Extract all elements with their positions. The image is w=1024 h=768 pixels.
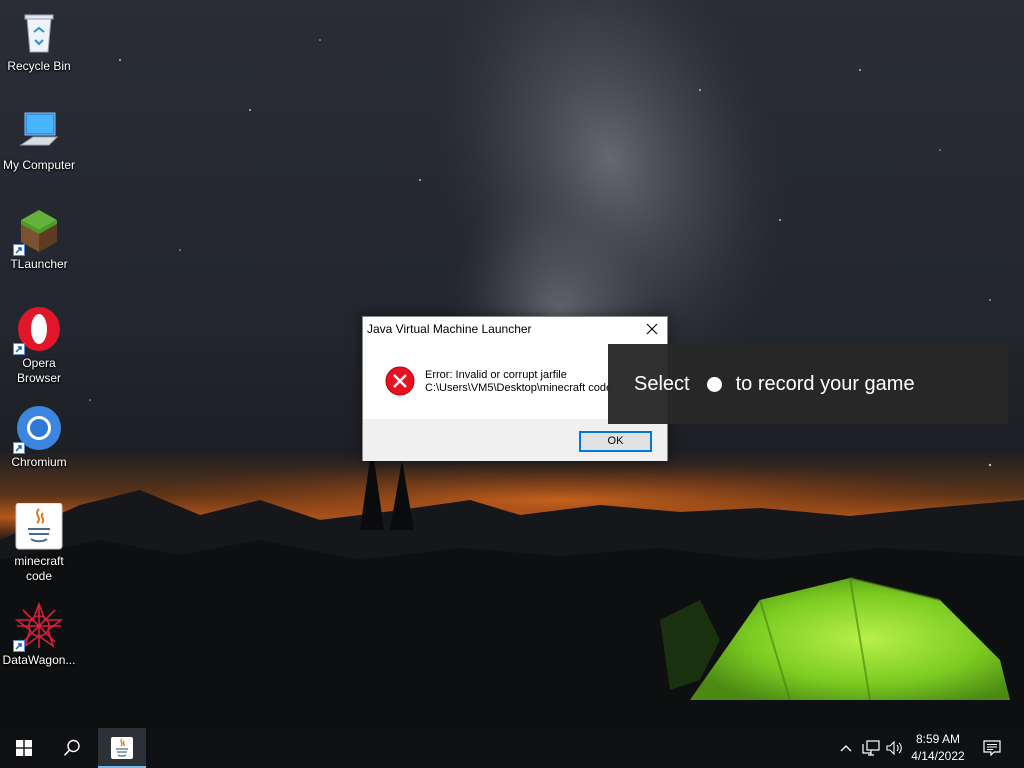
desktop-icon-chromium[interactable]: Chromium	[0, 404, 78, 470]
shortcut-arrow-icon	[13, 640, 25, 652]
dialog-title: Java Virtual Machine Launcher	[367, 322, 532, 336]
taskbar-clock[interactable]: 8:59 AM 4/14/2022	[902, 731, 974, 765]
computer-icon	[15, 107, 63, 155]
chromium-icon	[13, 404, 63, 454]
show-hidden-icons-button[interactable]	[838, 728, 854, 768]
shortcut-arrow-icon	[13, 442, 25, 454]
desktop-icon-minecraft-code[interactable]: minecraft code	[0, 502, 78, 584]
close-icon	[646, 323, 658, 335]
record-dot-icon	[706, 376, 722, 392]
desktop-icon-label: Opera Browser	[0, 356, 78, 386]
toast-text-before: Select	[634, 372, 690, 395]
network-button[interactable]	[860, 728, 882, 768]
desktop-icon-label: TLauncher	[10, 257, 68, 271]
recycle-bin-icon	[15, 8, 63, 56]
desktop-icon-label: My Computer	[2, 158, 76, 172]
opera-icon	[13, 305, 63, 355]
windows-start-icon	[16, 740, 32, 756]
dialog-message-line: C:\Users\VM5\Desktop\minecraft code	[425, 382, 613, 394]
game-bar-toast: Select to record your game	[608, 344, 1008, 424]
search-icon	[63, 739, 80, 756]
datawagon-icon	[13, 601, 64, 652]
network-icon	[862, 740, 880, 756]
shortcut-arrow-icon	[13, 244, 25, 256]
desktop-icon-opera[interactable]: Opera Browser	[0, 305, 78, 386]
label-line: Browser	[16, 371, 61, 385]
taskbar: 8:59 AM 4/14/2022	[0, 728, 1024, 768]
ok-button[interactable]: OK	[579, 431, 652, 452]
desktop-icon-label: DataWagon...	[2, 653, 76, 667]
desktop-icon-recycle-bin[interactable]: Recycle Bin	[0, 8, 78, 74]
desktop-icon-label: Recycle Bin	[7, 59, 71, 73]
label-line: code	[25, 569, 53, 583]
chevron-up-icon	[840, 745, 852, 752]
action-center-button[interactable]	[978, 728, 1006, 768]
clock-time: 8:59 AM	[915, 732, 961, 746]
desktop-icon-my-computer[interactable]: My Computer	[0, 107, 78, 173]
java-icon	[111, 737, 133, 759]
shortcut-arrow-icon	[13, 343, 25, 355]
error-icon	[385, 366, 415, 396]
dialog-titlebar[interactable]: Java Virtual Machine Launcher	[363, 317, 667, 341]
start-button[interactable]	[0, 728, 48, 768]
notification-icon	[983, 740, 1001, 756]
dialog-footer: OK	[363, 419, 667, 461]
dialog-message: Error: Invalid or corrupt jarfile C:\Use…	[425, 369, 612, 395]
label-line: Opera	[22, 356, 56, 370]
desktop-icon-label: minecraft code	[0, 554, 78, 584]
desktop-icon-label: Chromium	[11, 455, 67, 469]
dialog-message-line: Error: Invalid or corrupt jarfile	[425, 369, 567, 381]
dialog-close-button[interactable]	[637, 317, 667, 341]
label-line: minecraft	[14, 554, 64, 568]
desktop-icon-datawagon[interactable]: DataWagon...	[0, 601, 78, 668]
desktop-icon-tlauncher[interactable]: TLauncher	[0, 206, 78, 272]
taskbar-java-app[interactable]	[98, 728, 146, 768]
clock-date: 4/14/2022	[911, 749, 965, 763]
toast-text-after: to record your game	[735, 372, 915, 395]
tlauncher-icon	[13, 206, 63, 256]
search-button[interactable]	[48, 728, 96, 768]
java-jar-icon	[15, 502, 63, 551]
